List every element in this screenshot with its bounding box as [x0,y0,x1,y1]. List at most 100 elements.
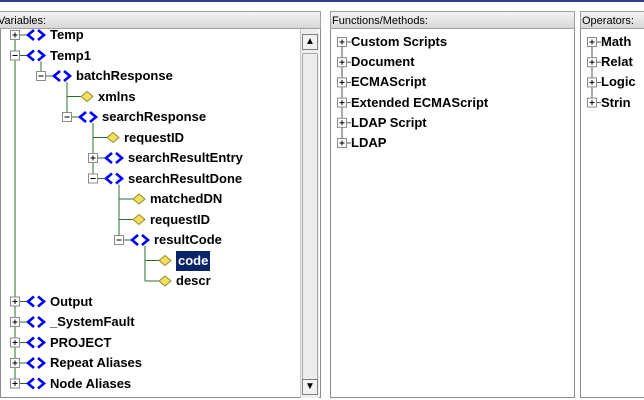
functions-item-ldap[interactable]: LDAP [351,133,386,153]
operators-panel-title: Operators: [582,15,634,27]
tree-item-label: ECMAScript [351,74,427,90]
tree-element-searchresponse[interactable]: searchResponse [102,107,206,127]
expand-plus-icon[interactable] [10,378,20,389]
tree-item-label: LDAP [351,135,387,150]
tree-attribute-requestid[interactable]: requestID [124,128,184,148]
tree-element-systemfault[interactable]: _SystemFault [50,312,135,332]
tree-item-label: Repeat Aliases [50,355,143,370]
functions-item-ecmascript[interactable]: ECMAScript [351,72,426,92]
collapse-minus-icon[interactable] [62,112,72,122]
tree-item-label: code [176,250,211,271]
functions-item-extended-ecmascript[interactable]: Extended ECMAScript [351,93,488,113]
operators-item-math[interactable]: Math [601,32,631,52]
collapse-minus-icon[interactable] [10,50,20,61]
xml-element-icon [25,29,47,41]
operators-item-logic[interactable]: Logic [601,72,636,92]
collapse-minus-icon[interactable] [88,173,98,184]
xml-attribute-icon [106,131,120,144]
tree-item-label: Extended ECMAScript [351,94,489,110]
tree-attribute-matcheddn[interactable]: matchedDN [150,189,222,209]
tree-item-label: Output [50,293,93,309]
tree-item-label: Math [601,34,632,49]
xml-element-icon [25,316,47,328]
tree-item-label: Logic [601,74,636,90]
functions-tree[interactable]: Custom Scripts Document ECMAScript Extended… [330,29,575,398]
operators-item-strin[interactable]: Strin [601,93,631,113]
expand-plus-icon[interactable] [587,37,597,47]
variables-panel-title: Variables: [0,15,47,27]
expand-plus-icon[interactable] [337,97,347,108]
variables-panel-header: Variables: [0,11,321,29]
xml-element-icon [129,234,151,246]
expand-plus-icon[interactable] [10,30,20,40]
expand-plus-icon[interactable] [10,296,20,307]
xml-element-icon [51,70,73,82]
tree-element-project[interactable]: PROJECT [50,333,111,353]
expand-plus-icon[interactable] [587,97,597,108]
expand-plus-icon[interactable] [337,117,347,128]
tree-element-searchresultentry[interactable]: searchResultEntry [128,148,243,168]
tree-item-label: Strin [601,94,631,110]
xml-attribute-icon [132,193,146,205]
functions-item-custom-scripts[interactable]: Custom Scripts [351,32,447,52]
functions-panel-header: Functions/Methods: [330,11,575,29]
expand-plus-icon[interactable] [10,337,20,348]
functions-item-document[interactable]: Document [351,52,415,72]
expand-plus-icon[interactable] [10,317,20,327]
tree-element-repeat-aliases[interactable]: Repeat Aliases [50,353,142,373]
tree-item-label: requestID [150,211,210,227]
xml-element-icon [25,357,47,369]
tree-element-temp1[interactable]: Temp1 [50,46,91,66]
tree-item-label: Node Aliases [50,375,132,391]
collapse-minus-icon[interactable] [36,71,46,81]
tree-item-label: Custom Scripts [351,34,448,49]
tree-item-label: searchResultDone [128,170,243,186]
xml-attribute-icon [132,213,146,226]
tree-attribute-code[interactable]: code [176,250,211,271]
tree-item-label: Temp [50,29,84,42]
tree-attribute-xmlns[interactable]: xmlns [98,87,136,107]
tree-item-label: searchResponse [102,109,207,124]
xml-attribute-icon [158,254,172,267]
tree-item-label: batchResponse [76,68,173,83]
tree-element-resultcode[interactable]: resultCode [154,230,222,250]
collapse-minus-icon[interactable] [114,235,124,245]
operators-tree[interactable]: Math Relat Logic Strin [580,29,644,398]
expand-plus-icon[interactable] [10,358,20,368]
expand-plus-icon[interactable] [337,138,347,148]
xml-element-icon [25,377,47,390]
expand-plus-icon[interactable] [337,77,347,88]
variables-scrollbar[interactable]: ▲ ▼ [300,29,319,398]
operators-panel-header: Operators: [580,11,644,29]
tree-element-batchresponse[interactable]: batchResponse [76,66,173,86]
tree-item-label: xmlns [98,88,136,104]
functions-item-ldap-script[interactable]: LDAP Script [351,113,427,133]
expand-plus-icon[interactable] [88,153,98,163]
expand-plus-icon[interactable] [337,57,347,68]
tree-element-output[interactable]: Output [50,292,93,312]
xml-element-icon [103,152,125,164]
expand-plus-icon[interactable] [587,77,597,88]
tree-item-label: requestID [124,129,184,145]
tree-element-node-aliases[interactable]: Node Aliases [50,374,131,394]
tree-item-label: Relat [601,54,633,70]
scroll-up-arrow-icon[interactable]: ▲ [302,34,318,50]
variables-tree[interactable]: Temp Temp1 batchResponse xmlns searchRespons… [0,29,321,398]
tree-item-label: LDAP Script [351,114,427,130]
expand-plus-icon[interactable] [337,37,347,47]
scroll-down-arrow-icon[interactable]: ▼ [302,379,318,395]
functions-panel-title: Functions/Methods: [332,15,428,27]
tree-item-label: resultCode [154,232,222,247]
expand-plus-icon[interactable] [587,57,597,68]
tree-attribute-requestid[interactable]: requestID [150,210,210,230]
tree-item-label: descr [176,273,211,288]
xml-element-icon [25,336,47,349]
tree-attribute-descr[interactable]: descr [176,271,211,291]
tree-item-label: matchedDN [150,191,223,206]
operators-item-relat[interactable]: Relat [601,52,633,72]
tree-element-searchresultdone[interactable]: searchResultDone [128,169,242,189]
tree-item-label: Temp1 [50,47,91,63]
window-top-border [0,0,644,2]
tree-element-temp[interactable]: Temp [50,29,84,45]
scrollbar-thumb[interactable] [302,53,318,381]
